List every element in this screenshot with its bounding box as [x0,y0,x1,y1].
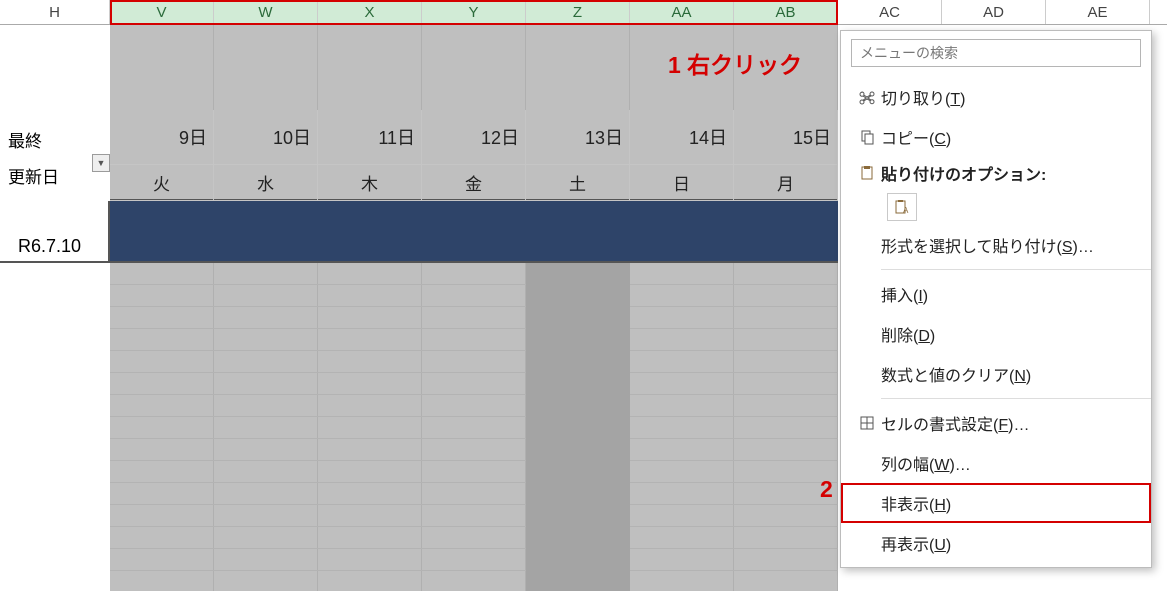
title-band[interactable] [110,201,838,263]
filter-dropdown-icon[interactable]: ▼ [92,154,110,172]
ctx-separator [881,269,1151,270]
ctx-item-label: 貼り付けのオプション: [881,161,1137,185]
col-header-X[interactable]: X [318,0,422,24]
ctx-item-label: 再表示(U) [881,531,1137,555]
context-menu-search[interactable]: メニューの検索 [851,39,1141,67]
copy-icon [853,129,881,145]
col-header-W[interactable]: W [214,0,318,24]
ctx-item-label: 列の幅(W)… [881,451,1137,475]
col-header-AC[interactable]: AC [838,0,942,24]
ctx-item-label: 切り取り(T) [881,85,1137,109]
clipboard-icon [853,165,881,181]
horizontal-gridlines [110,263,838,591]
weekday-cell[interactable]: 金 [422,165,526,201]
col-header-V[interactable]: V [110,0,214,24]
ctx-item-paste-special[interactable]: 形式を選択して貼り付け(S)… [841,225,1151,265]
col-header-AB[interactable]: AB [734,0,838,24]
ctx-separator [881,398,1151,399]
date-cell[interactable]: 14日 [630,110,734,165]
col-header-AD[interactable]: AD [942,0,1046,24]
weekday-cell[interactable]: 水 [214,165,318,201]
ctx-item-label: コピー(C) [881,125,1137,149]
weekday-cell[interactable]: 日 [630,165,734,201]
ctx-item-clear[interactable]: 数式と値のクリア(N) [841,354,1151,394]
paste-default-button[interactable]: A [887,193,917,221]
date-cell[interactable]: 9日 [110,110,214,165]
col-header-Y[interactable]: Y [422,0,526,24]
ctx-item-label: 削除(D) [881,322,1137,346]
ctx-item-insert[interactable]: 挿入(I) [841,274,1151,314]
paste-option-buttons: A [841,189,1151,225]
context-menu: メニューの検索 切り取り(T) コピー(C) 貼り付けのオプション: A 形式を… [840,30,1152,568]
svg-text:A: A [903,206,909,215]
ctx-item-format-cells[interactable]: セルの書式設定(F)… [841,403,1151,443]
scissors-icon [853,89,881,105]
weekday-cell[interactable]: 火 [110,165,214,201]
col-header-AA[interactable]: AA [630,0,734,24]
weekday-cell[interactable]: 月 [734,165,838,201]
ctx-item-label: セルの書式設定(F)… [881,411,1137,435]
ctx-item-column-width[interactable]: 列の幅(W)… [841,443,1151,483]
ctx-item-unhide[interactable]: 再表示(U) [841,523,1151,563]
date-cell[interactable]: 12日 [422,110,526,165]
date-cell[interactable]: 10日 [214,110,318,165]
ctx-item-hide[interactable]: 非表示(H) [841,483,1151,523]
weekday-cell[interactable]: 木 [318,165,422,201]
ctx-item-copy[interactable]: コピー(C) [841,117,1151,157]
row-header-label-line2: 更新日 [8,160,102,196]
column-header-row: H V W X Y Z AA AB AC AD AE [0,0,1167,25]
date-cell[interactable]: 13日 [526,110,630,165]
row-header-label: 最終 更新日 [8,124,102,196]
ctx-item-label: 非表示(H) [881,491,1137,515]
annotation-step2: 2 [820,476,833,503]
ctx-item-label: 形式を選択して貼り付け(S)… [881,233,1137,257]
date-row: 9日 10日 11日 12日 13日 14日 15日 [110,110,838,165]
weekday-row: 火 水 木 金 土 日 月 [110,165,838,201]
date-cell[interactable]: 15日 [734,110,838,165]
left-gap [0,201,110,263]
annotation-step1: 1 右クリック [668,46,802,80]
ctx-item-cut[interactable]: 切り取り(T) [841,77,1151,117]
row-header-label-line1: 最終 [8,124,102,160]
col-header-AE[interactable]: AE [1046,0,1150,24]
weekday-cell[interactable]: 土 [526,165,630,201]
ctx-item-label: 挿入(I) [881,282,1137,306]
date-cell[interactable]: 11日 [318,110,422,165]
ctx-item-label: 数式と値のクリア(N) [881,362,1137,386]
weekend-column-shade [526,263,630,591]
col-header-Z[interactable]: Z [526,0,630,24]
ctx-item-paste-options: 貼り付けのオプション: [841,157,1151,189]
format-cells-icon [853,415,881,431]
ctx-item-delete[interactable]: 削除(D) [841,314,1151,354]
col-header-H[interactable]: H [0,0,110,24]
